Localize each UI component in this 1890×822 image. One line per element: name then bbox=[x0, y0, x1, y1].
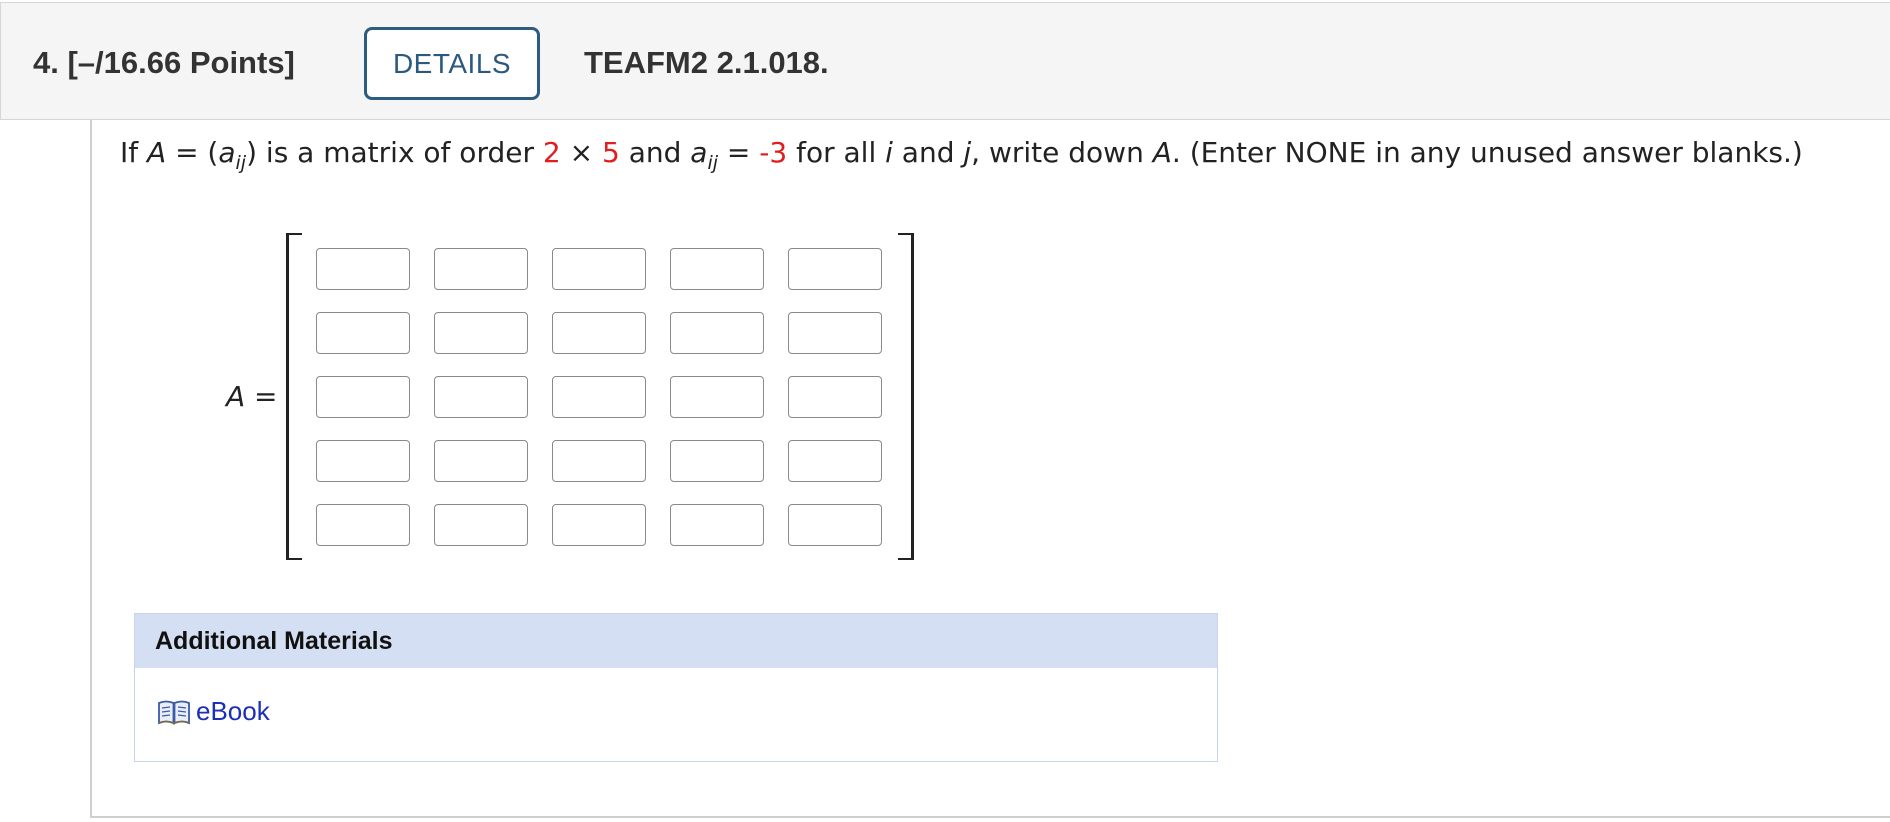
matrix-cell-input-r1-c5[interactable] bbox=[788, 248, 882, 290]
matrix-cell-input-r5-c1[interactable] bbox=[316, 504, 410, 546]
matrix-label: A = bbox=[226, 380, 278, 413]
prompt-text: If bbox=[120, 136, 148, 169]
matrix-cell-input-r4-c5[interactable] bbox=[788, 440, 882, 482]
prompt-var: a bbox=[690, 136, 708, 169]
ebook-link-label[interactable]: eBook bbox=[196, 696, 270, 727]
additional-materials-panel: Additional Materials eBook bbox=[134, 613, 1218, 762]
matrix-cell-input-r2-c4[interactable] bbox=[670, 312, 764, 354]
matrix-left-bracket bbox=[286, 233, 302, 560]
matrix-cell-input-r4-c1[interactable] bbox=[316, 440, 410, 482]
matrix-cell-input-r3-c1[interactable] bbox=[316, 376, 410, 418]
additional-materials-heading: Additional Materials bbox=[135, 614, 1217, 668]
prompt-var: j bbox=[963, 136, 972, 169]
prompt-var: A bbox=[1152, 136, 1172, 169]
matrix-cell-input-r2-c3[interactable] bbox=[552, 312, 646, 354]
prompt-value: -3 bbox=[759, 136, 788, 169]
prompt-var: i bbox=[885, 136, 893, 169]
matrix-cell-input-r3-c4[interactable] bbox=[670, 376, 764, 418]
question-prompt: If A = (aij) is a matrix of order 2 × 5 … bbox=[120, 136, 1803, 174]
matrix-cell-input-r5-c4[interactable] bbox=[670, 504, 764, 546]
prompt-text: and bbox=[619, 136, 691, 169]
matrix-cell-input-r1-c2[interactable] bbox=[434, 248, 528, 290]
matrix-cell-input-r4-c2[interactable] bbox=[434, 440, 528, 482]
matrix-cell-input-r2-c1[interactable] bbox=[316, 312, 410, 354]
matrix-cell-input-r5-c2[interactable] bbox=[434, 504, 528, 546]
details-button[interactable]: DETAILS bbox=[364, 27, 540, 100]
matrix-cell-input-r3-c2[interactable] bbox=[434, 376, 528, 418]
matrix-cell-input-r5-c3[interactable] bbox=[552, 504, 646, 546]
book-icon bbox=[158, 700, 190, 725]
matrix-right-bracket bbox=[898, 233, 914, 560]
matrix-cell-input-r4-c3[interactable] bbox=[552, 440, 646, 482]
matrix-cell-input-r4-c4[interactable] bbox=[670, 440, 764, 482]
prompt-subscript: ij bbox=[235, 152, 247, 174]
prompt-text: for all bbox=[787, 136, 886, 169]
question-header: 4. [–/16.66 Points] DETAILS TEAFM2 2.1.0… bbox=[0, 2, 1890, 120]
prompt-text: = ( bbox=[166, 136, 219, 169]
matrix-answer-grid bbox=[316, 248, 882, 546]
matrix-label-var: A bbox=[226, 380, 246, 413]
question-code: TEAFM2 2.1.018. bbox=[584, 45, 829, 80]
matrix-cell-input-r3-c5[interactable] bbox=[788, 376, 882, 418]
prompt-text: , write down bbox=[971, 136, 1153, 169]
question-title: 4. [–/16.66 Points] bbox=[33, 45, 295, 80]
prompt-text: ) is a matrix of order bbox=[246, 136, 543, 169]
prompt-var: a bbox=[218, 136, 236, 169]
matrix-cell-input-r1-c3[interactable] bbox=[552, 248, 646, 290]
prompt-text: and bbox=[892, 136, 964, 169]
prompt-order-cols: 5 bbox=[601, 136, 620, 169]
matrix-cell-input-r5-c5[interactable] bbox=[788, 504, 882, 546]
matrix-cell-input-r1-c4[interactable] bbox=[670, 248, 764, 290]
prompt-times: × bbox=[560, 136, 602, 169]
prompt-text: = bbox=[718, 136, 760, 169]
prompt-var: A bbox=[147, 136, 167, 169]
matrix-label-eq: = bbox=[245, 380, 278, 413]
matrix-cell-input-r2-c2[interactable] bbox=[434, 312, 528, 354]
matrix-cell-input-r1-c1[interactable] bbox=[316, 248, 410, 290]
ebook-link[interactable]: eBook bbox=[157, 696, 270, 727]
matrix-cell-input-r2-c5[interactable] bbox=[788, 312, 882, 354]
prompt-subscript: ij bbox=[707, 152, 719, 174]
matrix-cell-input-r3-c3[interactable] bbox=[552, 376, 646, 418]
prompt-order-rows: 2 bbox=[542, 136, 561, 169]
prompt-text: . (Enter NONE in any unused answer blank… bbox=[1171, 136, 1803, 169]
